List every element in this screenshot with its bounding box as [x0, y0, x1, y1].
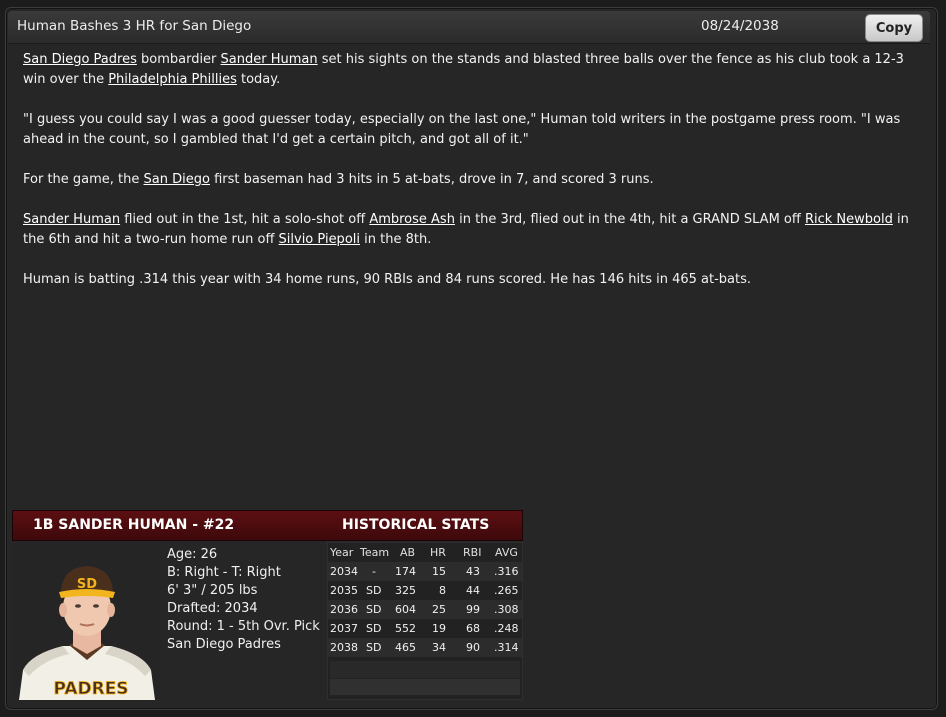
article-text: Human is batting .314 this year with 34 …	[23, 272, 752, 287]
article-link[interactable]: Sander Human	[221, 52, 318, 67]
stats-cell: 174	[395, 565, 416, 578]
stats-cell: 99	[466, 603, 480, 616]
stats-cell: 43	[466, 565, 480, 578]
stats-cell: 552	[395, 622, 416, 635]
article-date: 08/24/2038	[701, 18, 779, 34]
bio-team[interactable]: San Diego Padres	[167, 636, 320, 654]
stats-cell: 2036	[330, 603, 358, 616]
stats-header-cell: RBI	[463, 546, 482, 559]
article-paragraph: "I guess you could say I was a good gues…	[23, 110, 923, 150]
stats-cell: 68	[466, 622, 480, 635]
article-text: in the 8th.	[360, 232, 432, 247]
stats-row: 2037 SD 552 19 68 .248	[328, 619, 522, 638]
stats-cell: .314	[494, 641, 519, 654]
stats-cell: .308	[494, 603, 519, 616]
stats-header-cell: Team	[360, 546, 390, 559]
stats-cell: 604	[395, 603, 416, 616]
article-text: For the game, the	[23, 172, 144, 187]
stats-cell: 325	[395, 584, 416, 597]
stats-header-cell: HR	[430, 546, 446, 559]
player-bio: Age: 26 B: Right - T: Right 6' 3" / 205 …	[167, 546, 320, 654]
stats-cell: 15	[432, 565, 446, 578]
article-link[interactable]: San Diego Padres	[23, 52, 137, 67]
stats-cell: 25	[432, 603, 446, 616]
article-link[interactable]: Philadelphia Phillies	[108, 72, 237, 87]
stats-row: 2036 SD 604 25 99 .308	[328, 600, 522, 619]
stats-header-cell: Year	[330, 546, 354, 559]
stats-cell: SD	[366, 584, 382, 597]
stats-header-cell: AB	[400, 546, 416, 559]
article-paragraph: San Diego Padres bombardier Sander Human…	[23, 50, 923, 90]
article-link[interactable]: Sander Human	[23, 212, 120, 227]
cap-logo: SD	[77, 577, 97, 592]
article-link[interactable]: San Diego	[144, 172, 210, 187]
article-paragraph: For the game, the San Diego first basema…	[23, 170, 923, 190]
stats-row: 2034 - 174 15 43 .316	[328, 562, 522, 581]
article-text: bombardier	[136, 52, 221, 67]
article-link[interactable]: Ambrose Ash	[369, 212, 455, 227]
stats-row: 2035 SD 325 8 44 .265	[328, 581, 522, 600]
stats-cell: SD	[366, 622, 382, 635]
stats-cell: 8	[439, 584, 446, 597]
stats-cell: 90	[466, 641, 480, 654]
article-text: first baseman had 3 hits in 5 at-bats, d…	[209, 172, 654, 187]
stats-cell: 2035	[330, 584, 358, 597]
bio-bats-throws: B: Right - T: Right	[167, 565, 281, 580]
bio-drafted: Drafted: 2034	[167, 601, 258, 616]
stats-cell: 44	[466, 584, 480, 597]
article-link[interactable]: Silvio Piepoli	[279, 232, 360, 247]
stats-cell: 19	[432, 622, 446, 635]
stats-cell: 34	[432, 641, 446, 654]
stats-cell: 465	[395, 641, 416, 654]
stats-cell: 2034	[330, 565, 358, 578]
stats-header-row: Year Team AB HR RBI AVG	[328, 543, 522, 562]
article-text: "I guess you could say I was a good gues…	[23, 112, 901, 147]
player-photo: SD PADRES	[13, 542, 161, 700]
stats-cell: 2037	[330, 622, 358, 635]
article-paragraph: Human is batting .314 this year with 34 …	[23, 270, 923, 290]
article-text: flied out in the 1st, hit a solo-shot of…	[120, 212, 370, 227]
jersey-lettering: PADRES	[53, 679, 128, 699]
stats-cell: SD	[366, 641, 382, 654]
stats-cell: 2038	[330, 641, 358, 654]
historical-stats-table: Year Team AB HR RBI AVG 2034 - 174 15 43 .316…	[327, 542, 523, 700]
stats-cell: .316	[494, 565, 519, 578]
stats-empty-row	[330, 679, 520, 695]
stats-cell: SD	[366, 603, 382, 616]
stats-cell: -	[372, 565, 376, 578]
stats-row: 2038 SD 465 34 90 .314	[328, 638, 522, 657]
article-link[interactable]: Rick Newbold	[805, 212, 893, 227]
player-name-title[interactable]: 1B SANDER HUMAN - #22	[33, 517, 234, 533]
article-body: San Diego Padres bombardier Sander Human…	[23, 50, 923, 310]
bio-size: 6' 3" / 205 lbs	[167, 583, 258, 598]
stats-empty-row	[330, 661, 520, 678]
stats-cell: .248	[494, 622, 519, 635]
article-text: today.	[236, 72, 281, 87]
bio-round: Round: 1 - 5th Ovr. Pick	[167, 619, 320, 634]
stats-cell: .265	[494, 584, 519, 597]
bio-age: Age: 26	[167, 547, 218, 562]
copy-button[interactable]: Copy	[865, 14, 923, 42]
stats-header-cell: AVG	[495, 546, 518, 559]
article-text: in the 3rd, flied out in the 4th, hit a …	[454, 212, 805, 227]
historical-stats-title: HISTORICAL STATS	[342, 517, 490, 533]
headline: Human Bashes 3 HR for San Diego	[17, 18, 252, 34]
article-paragraph: Sander Human flied out in the 1st, hit a…	[23, 210, 923, 250]
